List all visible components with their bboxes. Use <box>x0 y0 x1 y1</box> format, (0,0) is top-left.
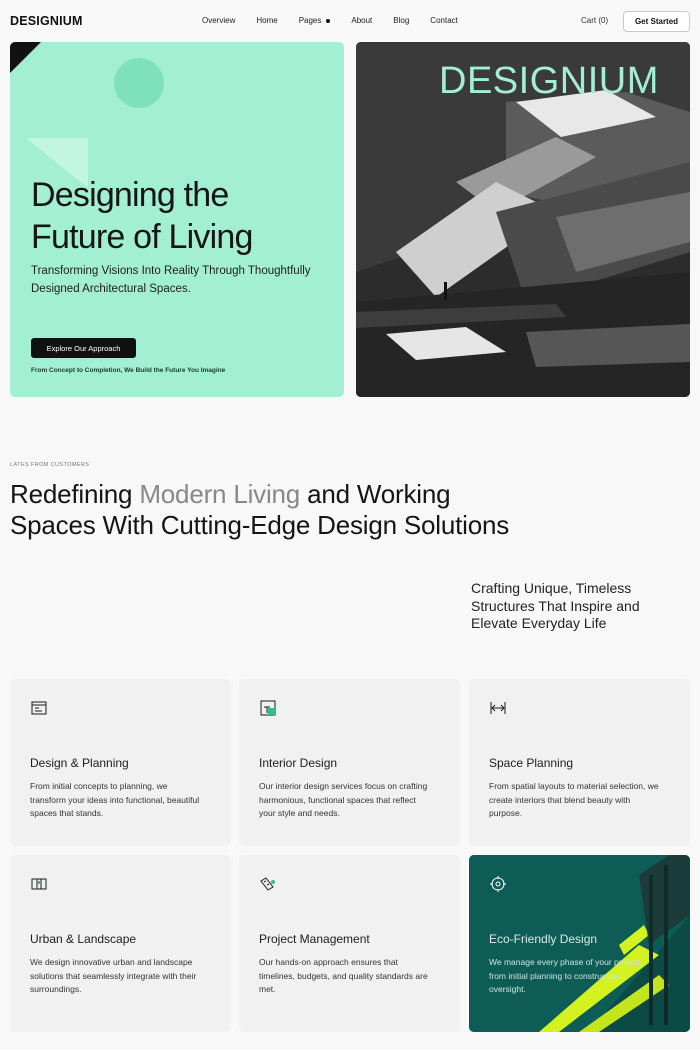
corner-triangle-icon <box>10 42 41 73</box>
service-card-eco-friendly[interactable]: Eco-Friendly Design We manage every phas… <box>469 855 690 1032</box>
section-eyebrow: LATES FROM CUSTOMERS <box>10 462 90 468</box>
service-card-space-planning[interactable]: Space Planning From spatial layouts to m… <box>469 679 690 846</box>
hero-brand-overlay: DESIGNIUM <box>439 60 659 102</box>
brand-logo[interactable]: DESIGNIUM <box>10 14 83 28</box>
card-title: Urban & Landscape <box>30 932 137 946</box>
hero-panel: Designing the Future of Living Transform… <box>10 42 344 397</box>
card-title: Eco-Friendly Design <box>489 932 598 946</box>
layout-icon <box>31 701 47 715</box>
card-description: Our hands-on approach ensures that timel… <box>259 957 428 994</box>
width-arrows-icon <box>490 702 506 714</box>
eco-target-icon <box>490 876 506 892</box>
card-description: From initial concepts to planning, we tr… <box>30 781 200 818</box>
section-headline: Redefining Modern Living and Working Spa… <box>10 479 510 541</box>
card-description: From spatial layouts to material selecti… <box>489 781 659 818</box>
nav-links: Overview Home Pages About Blog Contact <box>202 16 479 25</box>
service-card-urban-landscape[interactable]: Urban & Landscape We design innovative u… <box>10 855 231 1032</box>
card-description: We design innovative urban and landscape… <box>30 957 197 994</box>
headline-muted: Modern Living <box>139 479 301 509</box>
nav-link-pages-label: Pages <box>298 16 322 25</box>
map-icon <box>31 878 47 890</box>
card-title: Interior Design <box>259 756 338 770</box>
nav-link-home[interactable]: Home <box>256 16 277 25</box>
get-started-button[interactable]: Get Started <box>623 11 690 32</box>
decor-circle <box>114 58 164 108</box>
hero-subtitle: Transforming Visions Into Reality Throug… <box>31 265 311 295</box>
nav-link-contact[interactable]: Contact <box>430 16 458 25</box>
cart-link[interactable]: Cart (0) <box>581 16 608 25</box>
card-title: Design & Planning <box>30 756 129 770</box>
card-title: Project Management <box>259 932 370 946</box>
card-description: We manage every phase of your project, f… <box>489 957 642 994</box>
nav-link-overview[interactable]: Overview <box>202 16 235 25</box>
service-card-project-management[interactable]: Project Management Our hands-on approach… <box>239 855 460 1032</box>
service-card-design-planning[interactable]: Design & Planning From initial concepts … <box>10 679 231 846</box>
hero-title: Designing the Future of Living <box>31 174 331 258</box>
nav-link-blog[interactable]: Blog <box>393 16 409 25</box>
hero-title-line1: Designing the <box>31 176 229 214</box>
nav-link-pages[interactable]: Pages <box>299 16 331 25</box>
card-description: Our interior design services focus on cr… <box>259 781 428 818</box>
ruler-pencil-icon <box>260 877 275 891</box>
hero-footnote: From Concept to Completion, We Build the… <box>31 367 226 374</box>
hero-image: DESIGNIUM <box>356 42 690 397</box>
explore-approach-button[interactable]: Explore Our Approach <box>31 338 136 358</box>
hero-title-line2: Future of Living <box>31 218 253 256</box>
top-navigation: DESIGNIUM Overview Home Pages About Blog… <box>0 0 700 42</box>
headline-part-a: Redefining <box>10 479 140 509</box>
dropdown-dot-icon <box>326 18 331 23</box>
interior-icon <box>260 700 276 716</box>
section-sideline: Crafting Unique, Timeless Structures Tha… <box>471 580 640 631</box>
nav-link-about[interactable]: About <box>351 16 372 25</box>
card-title: Space Planning <box>489 756 574 770</box>
service-card-interior-design[interactable]: Interior Design Our interior design serv… <box>239 679 460 846</box>
